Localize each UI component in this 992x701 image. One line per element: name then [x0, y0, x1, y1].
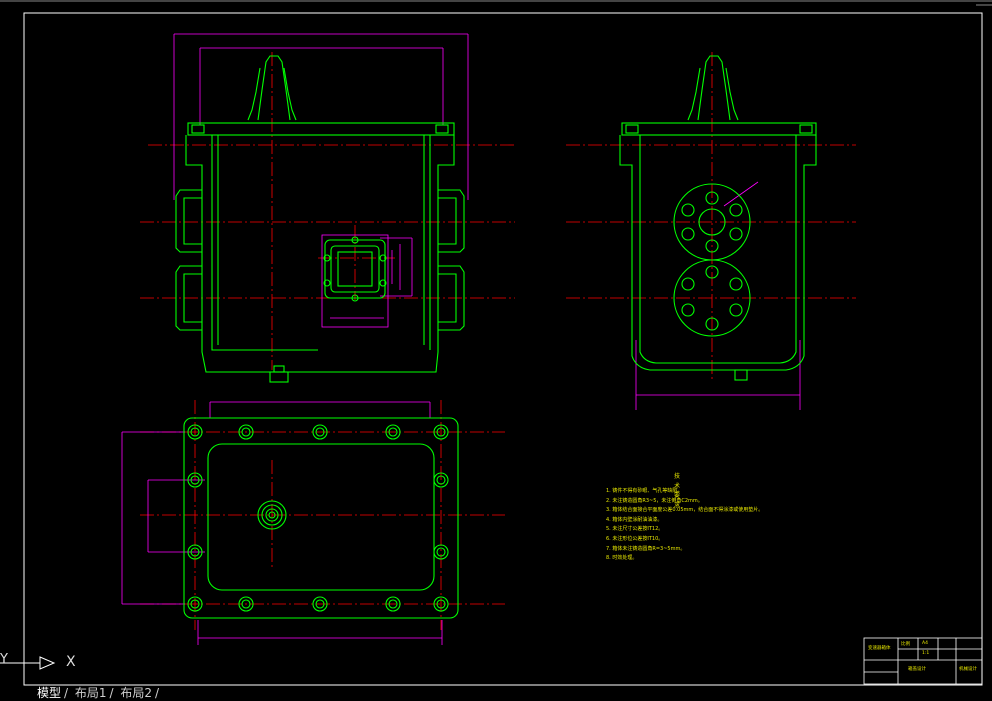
top-view-outline [183, 417, 459, 619]
cad-drawing-canvas[interactable] [0, 0, 992, 693]
title-block-scale-label: 比例 [901, 642, 910, 647]
title-block-school: 机械设计 [959, 667, 977, 672]
note-item: 4. 箱体内壁涂耐油油漆。 [606, 516, 663, 523]
note-item: 5. 未注尺寸公差按IT12。 [606, 526, 664, 533]
drawing-frame [0, 0, 992, 686]
ucs-y-label: Y [0, 652, 8, 667]
side-view-outline [619, 55, 817, 381]
ucs-icon [0, 656, 56, 670]
top-view [121, 400, 505, 645]
note-item: 3. 箱体结合面接合平面度公差0.05mm，结合面不得涂漆或使用垫片。 [606, 507, 764, 514]
title-block-drawing: 箱盖设计 [908, 667, 926, 672]
note-item: 7. 箱体未注铸造圆角R=3~5mm。 [606, 545, 686, 552]
ucs-x-label: X [66, 654, 76, 670]
side-view-centerlines [566, 52, 856, 380]
side-view-dimensions [635, 181, 801, 410]
note-item: 1. 铸件不得有砂眼、气孔等缺陷。 [606, 488, 683, 494]
note-item: 8. 时效处理。 [606, 555, 638, 562]
note-item: 2. 未注铸造圆角R3~5，未注倒角C2mm。 [606, 497, 703, 504]
title-block-name: 变速器箱体 [868, 646, 891, 651]
title-block-sheet: A4 [922, 641, 928, 646]
notes-list: 1. 铸件不得有砂眼、气孔等缺陷。 2. 未注铸造圆角R3~5，未注倒角C2mm… [606, 487, 763, 564]
front-view [140, 33, 515, 383]
title-block-scale: 1:1 [922, 651, 930, 656]
note-item: 6. 未注形位公差按IT10。 [606, 535, 664, 542]
side-view [566, 52, 856, 410]
front-view-outline [175, 55, 465, 383]
